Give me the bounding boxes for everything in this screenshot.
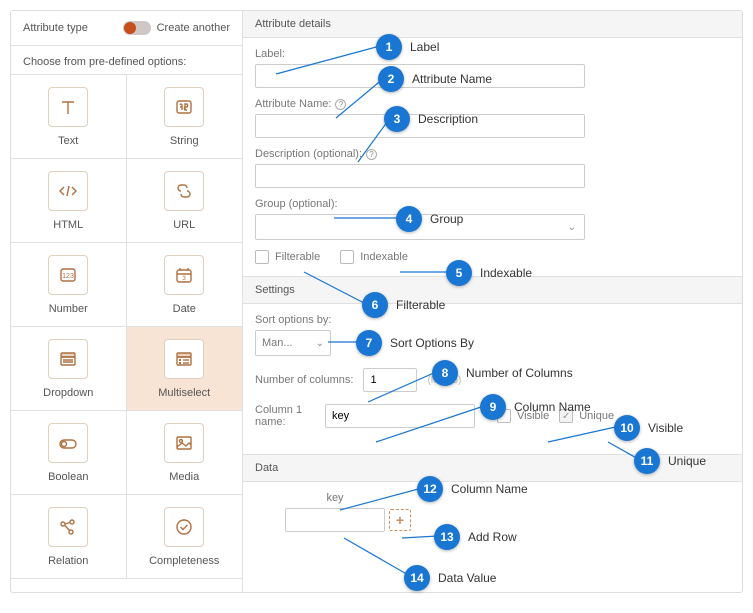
type-grid: Text String HTML URL 123 Number [11, 74, 242, 579]
media-icon [164, 423, 204, 463]
filterable-label: Filterable [275, 251, 320, 263]
number-icon: 123 [48, 255, 88, 295]
left-header: Attribute type Create another [11, 11, 242, 46]
sort-options-select[interactable]: Man... ⌄ [255, 330, 331, 356]
type-label: Completeness [149, 555, 219, 567]
attribute-name-input[interactable] [255, 114, 585, 138]
type-label: Relation [48, 555, 88, 567]
type-date[interactable]: 3 Date [127, 243, 243, 327]
group-field-label: Group (optional): [255, 198, 338, 210]
indexable-checkbox[interactable] [340, 250, 354, 264]
html-icon [48, 171, 88, 211]
relation-icon [48, 507, 88, 547]
date-icon: 3 [164, 255, 204, 295]
data-value-input[interactable] [285, 508, 385, 532]
type-html[interactable]: HTML [11, 159, 127, 243]
label-field-label: Label: [255, 48, 285, 60]
dropdown-icon [48, 339, 88, 379]
type-url[interactable]: URL [127, 159, 243, 243]
multiselect-icon [164, 339, 204, 379]
type-label: URL [173, 219, 195, 231]
attribute-type-title: Attribute type [23, 22, 88, 34]
visible-checkbox[interactable] [497, 409, 511, 423]
create-another-label: Create another [157, 22, 230, 34]
add-row-button[interactable]: + [389, 509, 411, 531]
type-label: Multiselect [158, 387, 210, 399]
help-icon[interactable]: ? [335, 99, 346, 110]
type-number[interactable]: 123 Number [11, 243, 127, 327]
numcols-label: Number of columns: [255, 374, 353, 386]
sort-options-label: Sort options by: [255, 314, 331, 326]
choose-options-label: Choose from pre-defined options: [11, 46, 242, 74]
type-dropdown[interactable]: Dropdown [11, 327, 127, 411]
type-label: Date [173, 303, 196, 315]
settings-header: Settings [243, 276, 742, 304]
type-label: Media [169, 471, 199, 483]
boolean-icon [48, 423, 88, 463]
type-completeness[interactable]: Completeness [127, 495, 243, 579]
desc-field-label: Description (optional): [255, 148, 362, 160]
type-label: Boolean [48, 471, 88, 483]
chevron-down-icon: ⌄ [316, 338, 324, 349]
type-string[interactable]: String [127, 75, 243, 159]
type-text[interactable]: Text [11, 75, 127, 159]
help-icon[interactable]: ? [366, 149, 377, 160]
numcols-input[interactable] [363, 368, 417, 392]
description-input[interactable] [255, 164, 585, 188]
chevron-down-icon: ⌄ [568, 222, 576, 233]
visible-label: Visible [517, 410, 549, 422]
data-col-header: key [285, 492, 385, 504]
group-select[interactable]: ⌄ [255, 214, 585, 240]
type-label: Dropdown [43, 387, 93, 399]
unique-label: Unique [579, 410, 614, 422]
type-multiselect[interactable]: Multiselect [127, 327, 243, 411]
svg-text:3: 3 [183, 276, 187, 282]
svg-text:123: 123 [62, 273, 74, 280]
right-panel: Attribute details Label: Attribute Name:… [243, 11, 742, 592]
type-boolean[interactable]: Boolean [11, 411, 127, 495]
attribute-details-header: Attribute details [243, 11, 742, 38]
filterable-checkbox[interactable] [255, 250, 269, 264]
create-another-toggle[interactable] [123, 21, 151, 35]
indexable-label: Indexable [360, 251, 408, 263]
type-label: Text [58, 135, 78, 147]
type-label: HTML [53, 219, 83, 231]
string-icon [164, 87, 204, 127]
type-label: String [170, 135, 199, 147]
col1-name-input[interactable] [325, 404, 475, 428]
type-label: Number [49, 303, 88, 315]
unique-checkbox [559, 409, 573, 423]
label-input[interactable] [255, 64, 585, 88]
completeness-icon [164, 507, 204, 547]
type-relation[interactable]: Relation [11, 495, 127, 579]
sort-value: Man... [262, 337, 293, 349]
data-header: Data [243, 454, 742, 482]
name-field-label: Attribute Name: [255, 98, 331, 110]
col1-label: Column 1 name: [255, 404, 315, 428]
url-icon [164, 171, 204, 211]
text-icon [48, 87, 88, 127]
type-media[interactable]: Media [127, 411, 243, 495]
numcols-hint: (Max 5) [427, 375, 461, 386]
attribute-type-panel: Attribute type Create another Choose fro… [11, 11, 243, 592]
